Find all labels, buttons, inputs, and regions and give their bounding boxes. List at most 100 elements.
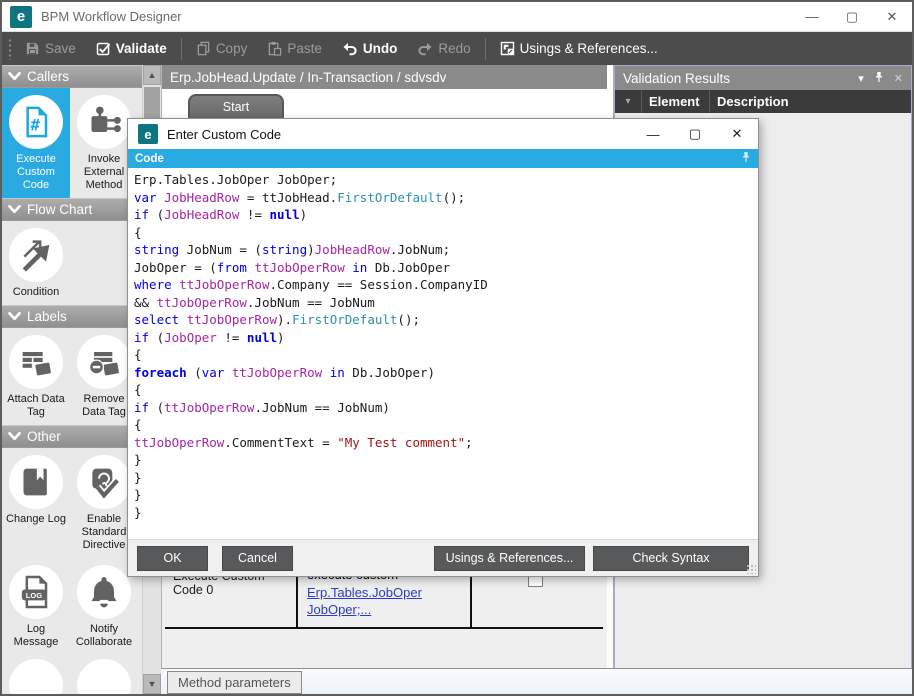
dialog-title: Enter Custom Code — [167, 127, 281, 142]
section-header-flow-chart[interactable]: Flow Chart — [2, 198, 142, 221]
toolbar-item-label: Usings & References... — [520, 41, 658, 56]
param-code-link-1[interactable]: Erp.Tables.JobOper — [307, 584, 470, 602]
cancel-button[interactable]: Cancel — [222, 546, 293, 571]
toolbox-item-log-message[interactable]: LOG Log Message — [2, 558, 70, 655]
code-line: where ttJobOperRow.Company == Session.Co… — [134, 276, 752, 294]
column-header-element[interactable]: Element — [642, 90, 710, 113]
code-section-bar: Code — [128, 149, 758, 168]
pin-icon[interactable] — [741, 151, 751, 166]
usings-references-button[interactable]: Usings & References... — [434, 546, 585, 571]
code-editor[interactable]: Erp.Tables.JobOper JobOper;var JobHeadRo… — [128, 168, 758, 539]
column-header-description[interactable]: Description — [710, 90, 789, 113]
log-message-icon: LOG — [9, 565, 63, 619]
validate-button[interactable]: Validate — [86, 32, 177, 65]
code-line: string JobNum = (string)JobHeadRow.JobNu… — [134, 241, 752, 259]
minimize-button[interactable]: — — [792, 2, 832, 31]
panel-close-icon[interactable]: ✕ — [894, 72, 903, 85]
paste-icon — [267, 41, 282, 56]
code-line: if (ttJobOperRow.JobNum == JobNum) — [134, 399, 752, 417]
save-button[interactable]: Save — [15, 32, 86, 65]
workflow-breadcrumb: Erp.JobHead.Update / In-Transaction / sd… — [162, 65, 607, 89]
code-line: var JobHeadRow = ttJobHead.FirstOrDefaul… — [134, 189, 752, 207]
validation-results-header: Validation Results ▾ ✕ — [615, 66, 911, 90]
toolbar-item-label: Save — [45, 41, 76, 56]
toolbox-sections: Callers#Execute Custom CodeInvoke Extern… — [2, 65, 142, 694]
redo-button[interactable]: Redo — [407, 32, 480, 65]
code-line: { — [134, 416, 752, 434]
toolbox-item-label: Log Message — [4, 623, 68, 655]
copy-button[interactable]: Copy — [186, 32, 258, 65]
toolbox-item-label: Attach Data Tag — [4, 393, 68, 425]
dialog-maximize-button[interactable]: ▢ — [674, 119, 716, 149]
toolbar-item-label: Undo — [363, 41, 398, 56]
close-button[interactable]: ✕ — [872, 2, 912, 31]
window-title: BPM Workflow Designer — [41, 9, 182, 24]
scroll-down-button[interactable]: ▼ — [143, 674, 161, 694]
remove-tag-icon — [77, 335, 131, 389]
dialog-close-button[interactable]: ✕ — [716, 119, 758, 149]
section-header-callers[interactable]: Callers — [2, 65, 142, 88]
code-line: JobOper = (from ttJobOperRow in Db.JobOp… — [134, 259, 752, 277]
copy-icon — [196, 41, 211, 56]
section-header-labels[interactable]: Labels — [2, 305, 142, 328]
section-title: Callers — [27, 69, 69, 84]
toolbar-item-label: Copy — [216, 41, 248, 56]
check-syntax-button[interactable]: Check Syntax — [593, 546, 749, 571]
chevron-down-icon — [8, 69, 21, 84]
code-line: Erp.Tables.JobOper JobOper; — [134, 171, 752, 189]
resize-grip[interactable] — [746, 564, 756, 574]
toolbox-item-execute-custom-code[interactable]: # Execute Custom Code — [2, 88, 70, 198]
section-header-other[interactable]: Other — [2, 425, 142, 448]
enter-custom-code-dialog: e Enter Custom Code — ▢ ✕ Code Erp.Table… — [127, 118, 759, 577]
code-line: } — [134, 451, 752, 469]
pin-icon[interactable] — [874, 71, 884, 86]
chevron-down-icon — [8, 309, 21, 324]
code-line: } — [134, 504, 752, 522]
toolbox-item-change-log[interactable]: Change Log — [2, 448, 70, 558]
svg-text:#: # — [30, 115, 40, 134]
validation-results-title: Validation Results — [623, 71, 730, 86]
title-bar: e BPM Workflow Designer — ▢ ✕ — [2, 2, 912, 32]
toolbox-item-condition[interactable]: Condition — [2, 221, 70, 305]
chevron-down-icon — [8, 202, 21, 217]
toolbar-item-label: Redo — [438, 41, 470, 56]
usings-references-button[interactable]: Usings & References... — [490, 32, 668, 65]
section-title: Other — [27, 429, 61, 444]
ok-button[interactable]: OK — [137, 546, 208, 571]
toolbar-separator — [181, 38, 182, 60]
undo-button[interactable]: Undo — [332, 32, 408, 65]
toolbox-item-label: Execute Custom Code — [4, 153, 68, 198]
param-code-link-2[interactable]: JobOper;... — [307, 601, 470, 619]
app-window: e BPM Workflow Designer — ▢ ✕ Save Valida… — [0, 0, 914, 696]
code-line: ttJobOperRow.CommentText = "My Test comm… — [134, 434, 752, 452]
toolbar-item-label: Paste — [287, 41, 322, 56]
toolbox-item-attach-data-tag[interactable]: Attach Data Tag — [2, 328, 70, 425]
redo-icon — [417, 41, 433, 57]
scroll-up-button[interactable]: ▲ — [143, 65, 161, 85]
save-icon — [25, 41, 40, 56]
validation-table-header: ▾ Element Description — [615, 90, 911, 113]
code-line: } — [134, 486, 752, 504]
bottom-tab-strip: Method parameters — [161, 668, 912, 694]
notify-icon — [77, 565, 131, 619]
code-line: } — [134, 469, 752, 487]
paste-button[interactable]: Paste — [257, 32, 332, 65]
filter-dropdown-icon[interactable]: ▾ — [615, 90, 642, 113]
section-items: Change LogEnable Standard DirectiveLOGLo… — [2, 448, 142, 655]
dialog-title-bar: e Enter Custom Code — ▢ ✕ — [128, 119, 758, 149]
method-parameters-grid: Execute Custom Code 0 execute custom Erp… — [162, 563, 607, 668]
toolbar-item-label: Validate — [116, 41, 167, 56]
code-line: { — [134, 346, 752, 364]
sidebar-partial-row — [2, 659, 142, 694]
tab-method-parameters[interactable]: Method parameters — [167, 671, 302, 694]
window-controls: — ▢ ✕ — [792, 2, 912, 31]
dialog-minimize-button[interactable]: — — [632, 119, 674, 149]
chevron-down-icon — [8, 429, 21, 444]
code-section-label: Code — [135, 153, 164, 165]
code-line: foreach (var ttJobOperRow in Db.JobOper) — [134, 364, 752, 382]
maximize-button[interactable]: ▢ — [832, 2, 872, 31]
code-line: if (JobOper != null) — [134, 329, 752, 347]
panel-dropdown-icon[interactable]: ▾ — [858, 72, 864, 85]
toolbar-grip-handle[interactable] — [5, 38, 15, 60]
code-line: select ttJobOperRow).FirstOrDefault(); — [134, 311, 752, 329]
